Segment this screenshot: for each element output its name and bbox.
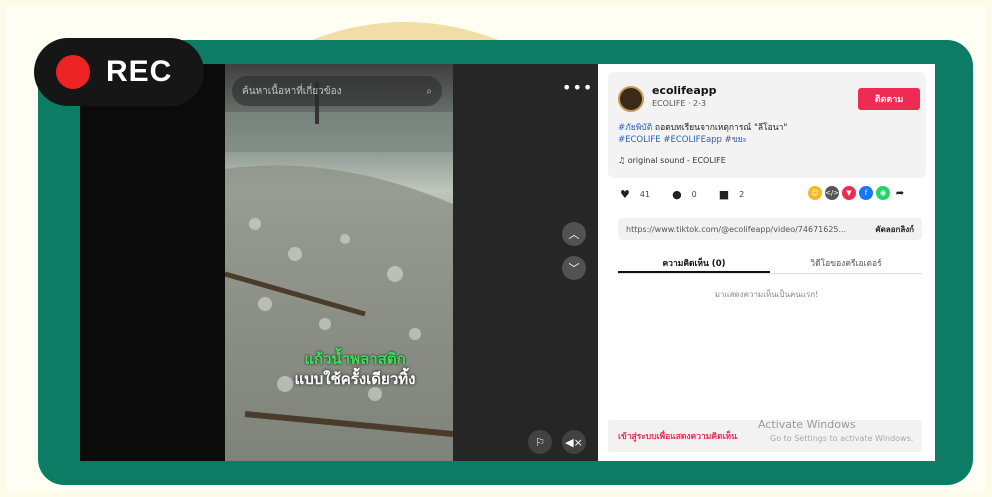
activate-windows-title: Activate Windows <box>758 418 856 431</box>
hashtags-link[interactable]: #ECOLIFE #ECOLIFEapp #ขยะ <box>618 135 747 145</box>
activate-windows-subtitle: Go to Settings to activate Windows. <box>770 434 914 443</box>
chevron-down-icon[interactable]: ﹀ <box>562 256 586 280</box>
video-search-bar[interactable]: ค้นหาเนื้อหาที่เกี่ยวข้อง ⌕ <box>232 76 442 106</box>
follow-button[interactable]: ติดตาม <box>858 88 920 110</box>
post-detail-panel: ecolifeapp ECOLIFE · 2-3 ติดตาม #ภัยพิบั… <box>598 64 935 461</box>
video-link-box[interactable]: https://www.tiktok.com/@ecolifeapp/video… <box>618 218 922 240</box>
comment-count: 0 <box>691 190 697 199</box>
share-buttons: ☺ </> ▼ f ◉ ➦ <box>808 186 910 200</box>
like-stat[interactable]: ♥ 41 <box>620 188 650 201</box>
caption-line-2: แบบใช้ครั้งเดียวทิ้ง <box>294 370 416 388</box>
video-caption: แก้วน้ำพลาสติก แบบใช้ครั้งเดียวทิ้ง <box>270 349 440 389</box>
video-url: https://www.tiktok.com/@ecolifeapp/video… <box>626 224 847 234</box>
sound-label: original sound - ECOLIFE <box>627 156 726 165</box>
like-count: 41 <box>639 190 651 199</box>
login-to-comment-link[interactable]: เข้าสู่ระบบเพื่อแสดงความคิดเห็น <box>618 429 737 443</box>
video-backdrop-left <box>80 64 225 461</box>
share-gold-icon[interactable]: ☺ <box>808 186 822 200</box>
tab-comments[interactable]: ความคิดเห็น (0) <box>618 250 770 273</box>
video-player[interactable]: ค้นหาเนื้อหาที่เกี่ยวข้อง ⌕ ••• ︿ ﹀ แก้ว… <box>80 64 598 461</box>
copy-link-button[interactable]: คัดลอกลิงก์ <box>875 223 914 236</box>
facebook-icon[interactable]: f <box>859 186 873 200</box>
comment-stat[interactable]: ● 0 <box>672 188 697 201</box>
beach-plastic-scene <box>225 82 453 461</box>
hashtag-link[interactable]: #ภัยพิบัติ <box>618 123 652 133</box>
recording-indicator: REC <box>34 38 204 106</box>
sound-link[interactable]: ♫ original sound - ECOLIFE <box>618 156 726 165</box>
engagement-stats: ♥ 41 ● 0 ■ 2 <box>620 188 766 201</box>
video-search-placeholder: ค้นหาเนื้อหาที่เกี่ยวข้อง <box>242 85 342 97</box>
heart-icon[interactable]: ♥ <box>620 188 630 201</box>
avatar[interactable] <box>618 86 644 112</box>
tab-creator-videos[interactable]: วิดีโอของครีเอเตอร์ <box>770 250 922 273</box>
post-description: #ภัยพิบัติ ถอดบทเรียนจากเหตุการณ์ "ลีโอน… <box>618 122 918 146</box>
bookmark-icon[interactable]: ■ <box>719 188 729 201</box>
whatsapp-icon[interactable]: ◉ <box>876 186 890 200</box>
send-icon[interactable]: ▼ <box>842 186 856 200</box>
account-subname: ECOLIFE · 2-3 <box>652 99 707 108</box>
share-arrow-icon[interactable]: ➦ <box>893 186 907 200</box>
save-stat[interactable]: ■ 2 <box>719 188 745 201</box>
video-frame[interactable] <box>225 64 453 461</box>
embed-icon[interactable]: </> <box>825 186 839 200</box>
comment-tabs: ความคิดเห็น (0) วิดีโอของครีเอเตอร์ <box>618 250 922 274</box>
caption-line-1: แก้วน้ำพลาสติก <box>304 350 406 368</box>
description-text: ถอดบทเรียนจากเหตุการณ์ "ลีโอนา" <box>652 123 788 133</box>
post-info-card: ecolifeapp ECOLIFE · 2-3 ติดตาม #ภัยพิบั… <box>608 72 926 178</box>
comment-icon[interactable]: ● <box>672 188 682 201</box>
search-icon[interactable]: ⌕ <box>426 86 432 97</box>
save-count: 2 <box>739 190 745 199</box>
record-dot-icon <box>56 55 90 89</box>
empty-comments-message: มาแสดงความเห็นเป็นคนแรก! <box>714 290 819 299</box>
report-icon[interactable]: ⚐ <box>528 430 552 454</box>
more-icon[interactable]: ••• <box>562 78 593 97</box>
username[interactable]: ecolifeapp <box>652 84 717 97</box>
rec-label: REC <box>106 55 173 88</box>
chevron-up-icon[interactable]: ︿ <box>562 222 586 246</box>
mute-icon[interactable]: ◀× <box>562 430 586 454</box>
